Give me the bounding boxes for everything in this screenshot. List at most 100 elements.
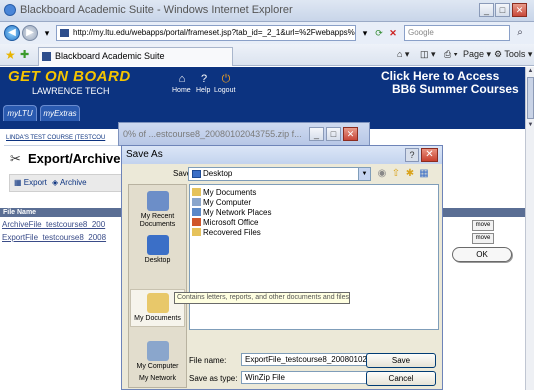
help-button[interactable]: ? — [405, 148, 419, 162]
place-my-computer[interactable]: My Computer — [129, 341, 186, 371]
cancel-button[interactable]: Cancel — [366, 371, 436, 386]
download-close-button[interactable]: ✕ — [343, 127, 358, 141]
save-in-value: Desktop — [203, 169, 233, 178]
export-label: Export — [23, 178, 47, 187]
favorites-star-icon[interactable]: ★ — [5, 48, 16, 62]
tools-icon: ✂ — [10, 151, 21, 166]
help-icon[interactable]: ? — [198, 73, 210, 85]
forward-button[interactable]: ▶ — [22, 25, 38, 41]
recent-documents-icon — [146, 191, 169, 211]
desktop-place-icon — [146, 235, 169, 255]
place-label: Desktop — [144, 257, 171, 264]
home-icon[interactable]: ⌂ — [176, 73, 188, 85]
export-button[interactable]: ▦ Export — [14, 178, 47, 187]
tab-favicon-icon — [42, 52, 51, 61]
place-my-network[interactable]: My Network — [129, 373, 186, 383]
list-item[interactable]: Microsoft Office — [192, 218, 258, 228]
page-menu-label: Page — [463, 49, 485, 59]
tab-myltu[interactable]: myLTU — [3, 105, 37, 121]
list-item[interactable]: My Computer — [192, 198, 251, 208]
minimize-button[interactable]: _ — [479, 3, 494, 17]
screen: Blackboard Academic Suite - Windows Inte… — [0, 0, 534, 390]
help-link[interactable]: Help — [196, 87, 210, 94]
archive-button[interactable]: ◈ Archive — [52, 178, 87, 187]
bb-logo-title: GET ON BOARD — [8, 68, 131, 85]
ie-logo-icon — [4, 4, 16, 16]
home-link[interactable]: Home — [172, 87, 191, 94]
computer-icon — [192, 198, 201, 206]
archive-file-link[interactable]: ArchiveFile_testcourse8_200 — [2, 220, 105, 229]
page-menu[interactable]: Page ▾ — [463, 49, 491, 60]
search-input[interactable]: Google — [404, 25, 510, 41]
my-computer-icon — [146, 341, 169, 361]
download-minimize-button[interactable]: _ — [309, 127, 324, 141]
remove-button[interactable]: move — [472, 233, 494, 244]
breadcrumb[interactable]: LINDA'S TEST COURSE (TESTCOU — [6, 135, 105, 141]
stop-icon[interactable]: ✕ — [386, 26, 400, 40]
folder-icon — [192, 228, 201, 236]
promo-link-line1[interactable]: Click Here to Access — [381, 69, 499, 83]
address-url: http://my.ltu.edu/webapps/portal/framese… — [73, 28, 356, 37]
print-cmd-icon[interactable]: ⎙ ▾ — [444, 49, 457, 60]
download-window[interactable]: 0% of ...estcourse8_20080102043755.zip f… — [118, 122, 370, 146]
ok-button[interactable]: OK — [452, 247, 512, 262]
page-title: Export/Archive — [28, 151, 121, 166]
list-item[interactable]: My Documents — [192, 188, 256, 198]
tab-blackboard[interactable]: Blackboard Academic Suite — [38, 47, 233, 66]
place-my-recent-documents[interactable]: My Recent Documents — [129, 191, 186, 229]
views-menu-icon[interactable]: ▦ — [418, 168, 430, 180]
column-header-file-name: File Name — [3, 209, 37, 216]
scroll-up-icon[interactable]: ▲ — [526, 67, 534, 76]
list-item[interactable]: Recovered Files — [192, 228, 261, 238]
close-window-button[interactable]: ✕ — [512, 3, 527, 17]
feeds-cmd-icon[interactable]: ◫ ▾ — [420, 49, 436, 60]
address-bar[interactable]: http://my.ltu.edu/webapps/portal/framese… — [56, 25, 356, 41]
place-desktop[interactable]: Desktop — [129, 235, 186, 265]
place-label: My Network — [139, 375, 176, 382]
save-as-dialog: Save As ? ✕ Save in: Desktop ▼ ◉ ⇧ ✱ ▦ M… — [121, 145, 443, 390]
dialog-titlebar: Save As ? ✕ — [122, 146, 442, 164]
save-type-select[interactable]: WinZip File — [241, 371, 384, 384]
place-label: My Recent Documents — [139, 213, 176, 228]
tab-myextras[interactable]: myExtras — [40, 105, 80, 121]
action-bar: ▦ Export ◈ Archive — [9, 174, 124, 192]
up-folder-icon[interactable]: ⇧ — [390, 168, 402, 180]
recent-pages-chevron-icon[interactable]: ▾ — [40, 26, 54, 40]
place-label: My Computer — [136, 363, 179, 370]
logout-icon[interactable]: ⏻ — [220, 73, 232, 85]
tools-menu-label: Tools — [504, 49, 526, 59]
address-dropdown-icon[interactable]: ▾ — [358, 26, 372, 40]
new-folder-icon[interactable]: ✱ — [404, 168, 416, 180]
dialog-close-button[interactable]: ✕ — [421, 148, 438, 162]
tools-menu[interactable]: ⚙ Tools ▾ — [494, 49, 532, 60]
list-item[interactable]: My Network Places — [192, 208, 271, 218]
back-icon[interactable]: ◉ — [376, 168, 388, 180]
refresh-icon[interactable]: ⟳ — [372, 26, 386, 40]
tab-label: Blackboard Academic Suite — [55, 51, 165, 61]
folder-icon — [192, 188, 201, 196]
export-file-link[interactable]: ExportFile_testcourse8_2008 — [2, 233, 106, 242]
file-list[interactable]: My Documents My Computer My Network Plac… — [189, 184, 439, 330]
save-button[interactable]: Save — [366, 353, 436, 368]
logout-link[interactable]: Logout — [214, 87, 235, 94]
search-icon[interactable]: ⌕ — [512, 26, 528, 40]
back-button[interactable]: ◀ — [4, 25, 20, 41]
my-documents-icon — [146, 293, 169, 313]
bb-banner: GET ON BOARD LAWRENCE TECH ⌂ Home ? Help… — [0, 67, 525, 121]
file-name-input[interactable]: ExportFile_testcourse8_20080102043755 — [241, 353, 384, 366]
scroll-down-icon[interactable]: ▼ — [526, 121, 534, 130]
home-cmd-icon[interactable]: ⌂ ▾ — [397, 49, 409, 60]
promo-link-line2[interactable]: BB6 Summer Courses — [392, 82, 519, 96]
add-favorite-icon[interactable]: ✚ — [20, 48, 29, 61]
scroll-thumb[interactable] — [527, 77, 534, 119]
remove-button[interactable]: move — [472, 220, 494, 231]
download-maximize-button[interactable]: □ — [326, 127, 341, 141]
save-in-dropdown[interactable]: Desktop ▼ — [188, 167, 371, 181]
dialog-title: Save As — [126, 149, 163, 160]
page-scrollbar[interactable]: ▲ ▼ — [525, 67, 534, 390]
file-name-label: File name: — [189, 356, 227, 365]
dropdown-arrow-icon[interactable]: ▼ — [358, 168, 370, 180]
office-icon — [192, 218, 201, 226]
maximize-button[interactable]: □ — [495, 3, 510, 17]
network-icon — [192, 208, 201, 216]
